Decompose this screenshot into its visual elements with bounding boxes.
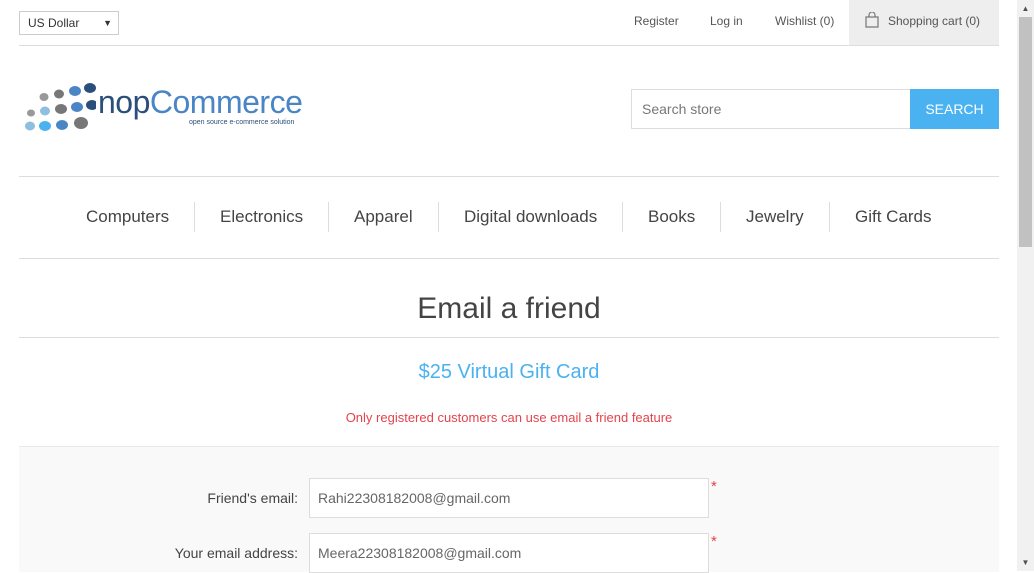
scroll-down-arrow-icon[interactable]: ▼ — [1017, 554, 1034, 571]
header-links: US Dollar ▼ Register Log in Wishlist (0)… — [19, 0, 999, 46]
menu-divider — [438, 202, 439, 232]
menu-divider — [622, 202, 623, 232]
menu-item-apparel[interactable]: Apparel — [354, 207, 413, 227]
cart-label: Shopping cart (0) — [888, 14, 981, 28]
required-mark: * — [711, 478, 717, 495]
menu-item-digital-downloads[interactable]: Digital downloads — [464, 207, 597, 227]
logo-nop: nop — [98, 84, 150, 120]
page-title: Email a friend — [417, 292, 601, 325]
top-menu: Computers Electronics Apparel Digital do… — [19, 176, 999, 259]
site-logo[interactable]: nopCommerce open source e-commerce solut… — [24, 82, 324, 132]
menu-divider — [720, 202, 721, 232]
menu-item-gift-cards[interactable]: Gift Cards — [855, 207, 932, 227]
page: US Dollar ▼ Register Log in Wishlist (0)… — [19, 0, 999, 573]
your-email-input[interactable]: Meera22308182008@gmail.com — [309, 533, 709, 573]
title-divider — [19, 337, 999, 338]
menu-divider — [328, 202, 329, 232]
menu-item-jewelry[interactable]: Jewelry — [746, 207, 804, 227]
currency-selector[interactable]: US Dollar ▼ — [19, 11, 119, 35]
your-email-label: Your email address: — [174, 545, 298, 561]
menu-item-books[interactable]: Books — [648, 207, 695, 227]
logo-wordmark: nopCommerce — [98, 82, 303, 122]
shopping-cart-link[interactable]: Shopping cart (0) — [849, 0, 999, 45]
friend-email-input[interactable]: Rahi22308182008@gmail.com — [309, 478, 709, 518]
email-friend-form: Friend's email: Rahi22308182008@gmail.co… — [19, 446, 999, 573]
search-button[interactable]: SEARCH — [910, 89, 999, 129]
logo-dots-icon — [25, 83, 96, 131]
currency-value: US Dollar — [28, 16, 80, 30]
wishlist-link[interactable]: Wishlist (0) — [775, 14, 834, 28]
required-mark: * — [711, 533, 717, 550]
menu-item-electronics[interactable]: Electronics — [220, 207, 303, 227]
scroll-up-arrow-icon[interactable]: ▲ — [1017, 0, 1034, 17]
register-link[interactable]: Register — [634, 14, 679, 28]
friend-email-label: Friend's email: — [207, 490, 298, 506]
menu-divider — [194, 202, 195, 232]
menu-item-computers[interactable]: Computers — [86, 207, 169, 227]
vertical-scrollbar[interactable]: ▲ ▼ — [1017, 0, 1034, 571]
logo-tagline: open source e-commerce solution — [189, 119, 295, 126]
logo-commerce: Commerce — [149, 84, 303, 120]
scrollbar-thumb[interactable] — [1019, 17, 1032, 247]
chevron-down-icon: ▼ — [103, 18, 112, 28]
search-input[interactable]: Search store — [631, 89, 911, 129]
product-link[interactable]: $25 Virtual Gift Card — [19, 361, 999, 384]
shopping-bag-icon — [865, 12, 879, 28]
login-link[interactable]: Log in — [710, 14, 743, 28]
menu-divider — [829, 202, 830, 232]
error-message: Only registered customers can use email … — [345, 410, 673, 425]
